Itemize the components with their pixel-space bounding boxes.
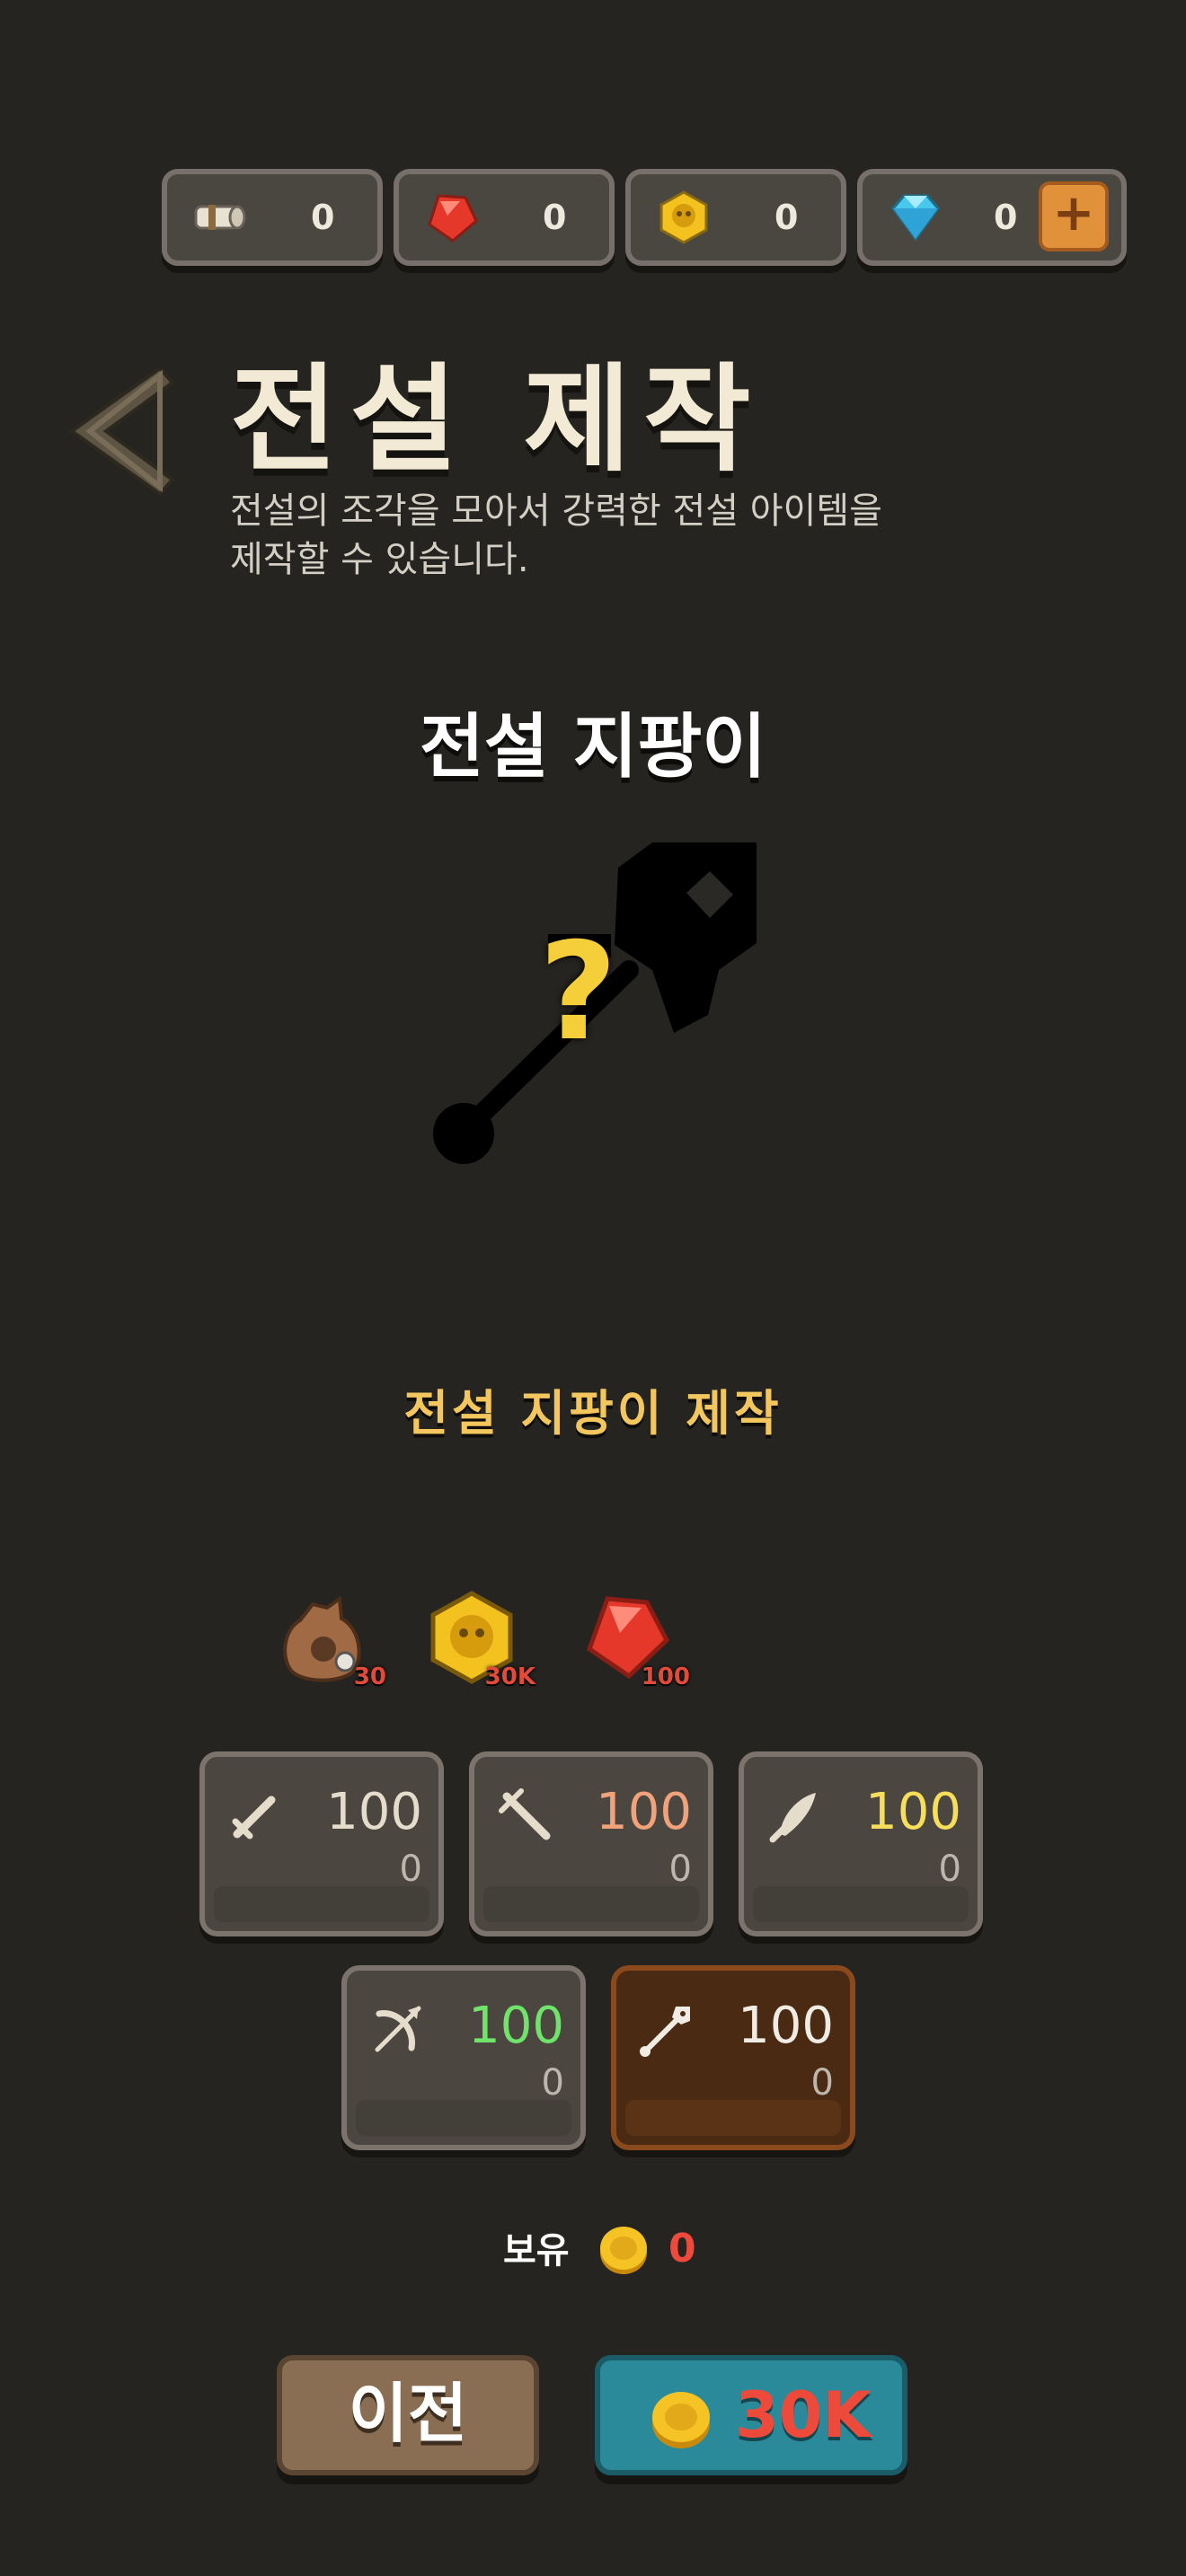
mystery-mark: ? — [539, 914, 618, 1071]
currency-value: 0 — [774, 198, 799, 237]
currency-value: 0 — [311, 198, 335, 237]
material-amount: 30K — [484, 1663, 535, 1690]
owned-amount: 0 — [668, 1848, 692, 1890]
card-footer — [483, 1886, 699, 1922]
currency-value: 0 — [543, 198, 567, 237]
currency-skull-coin: 0 — [625, 169, 846, 266]
prev-button[interactable]: 이전 — [277, 2355, 539, 2475]
owned-amount: 0 — [938, 1848, 961, 1890]
material-bag: 30 — [273, 1588, 386, 1690]
material-skull-coin: 30K — [422, 1588, 535, 1690]
red-gem-icon — [428, 194, 478, 243]
card-footer — [625, 2100, 841, 2136]
currency-red-gem: 0 — [394, 169, 615, 266]
required-amount: 100 — [596, 1783, 692, 1841]
card-footer — [753, 1886, 969, 1922]
required-amount: 100 — [326, 1783, 422, 1841]
card-footer — [214, 1886, 429, 1922]
craft-item-label: 전설 지팡이 제작 — [403, 1385, 783, 1442]
bow-icon — [375, 2006, 421, 2052]
staff-icon — [640, 2007, 690, 2057]
item-name: 전설 지팡이 — [420, 707, 766, 788]
scroll-icon — [194, 205, 246, 230]
currency-scroll: 0 — [162, 169, 383, 266]
class-card-sword[interactable]: 100 0 — [199, 1751, 444, 1936]
skull-coin-icon — [659, 190, 708, 244]
owned-amount: 0 — [810, 2062, 834, 2104]
page-subtitle: 전설의 조각을 모아서 강력한 전설 아이템을 제작할 수 있습니다. — [230, 490, 882, 580]
card-footer — [356, 2100, 571, 2136]
owned-amount: 0 — [541, 2062, 564, 2104]
gold-coin-icon — [652, 2392, 710, 2448]
required-amount: 100 — [738, 1997, 834, 2055]
page-title: 전설 제작 — [230, 351, 764, 488]
add-diamond-button[interactable]: + — [1039, 181, 1109, 251]
class-card-bow[interactable]: 100 0 — [341, 1965, 586, 2150]
currency-diamond: 0 + — [857, 169, 1127, 266]
class-card-staff[interactable]: 100 0 — [611, 1965, 855, 2150]
craft-button[interactable]: 30K — [595, 2355, 907, 2475]
material-amount: 30 — [353, 1663, 386, 1690]
material-amount: 100 — [641, 1663, 690, 1690]
owned-label: 보유 — [503, 2230, 570, 2272]
owned-amount: 0 — [399, 1848, 422, 1890]
currency-value: 0 — [994, 198, 1018, 237]
back-arrow-icon[interactable] — [59, 363, 185, 498]
diamond-icon — [891, 194, 940, 242]
required-amount: 100 — [468, 1997, 564, 2055]
class-card-crossed-swords[interactable]: 100 0 — [469, 1751, 713, 1936]
craft-cost: 30K — [735, 2378, 872, 2452]
crossed-swords-icon — [499, 1788, 551, 1840]
dagger-icon — [769, 1793, 816, 1843]
owned-value: 0 — [668, 2226, 696, 2272]
class-card-dagger[interactable]: 100 0 — [739, 1751, 983, 1936]
sword-icon — [232, 1795, 276, 1839]
required-amount: 100 — [865, 1783, 961, 1841]
gold-coin-icon — [600, 2227, 647, 2274]
material-red-gem: 100 — [577, 1588, 690, 1690]
